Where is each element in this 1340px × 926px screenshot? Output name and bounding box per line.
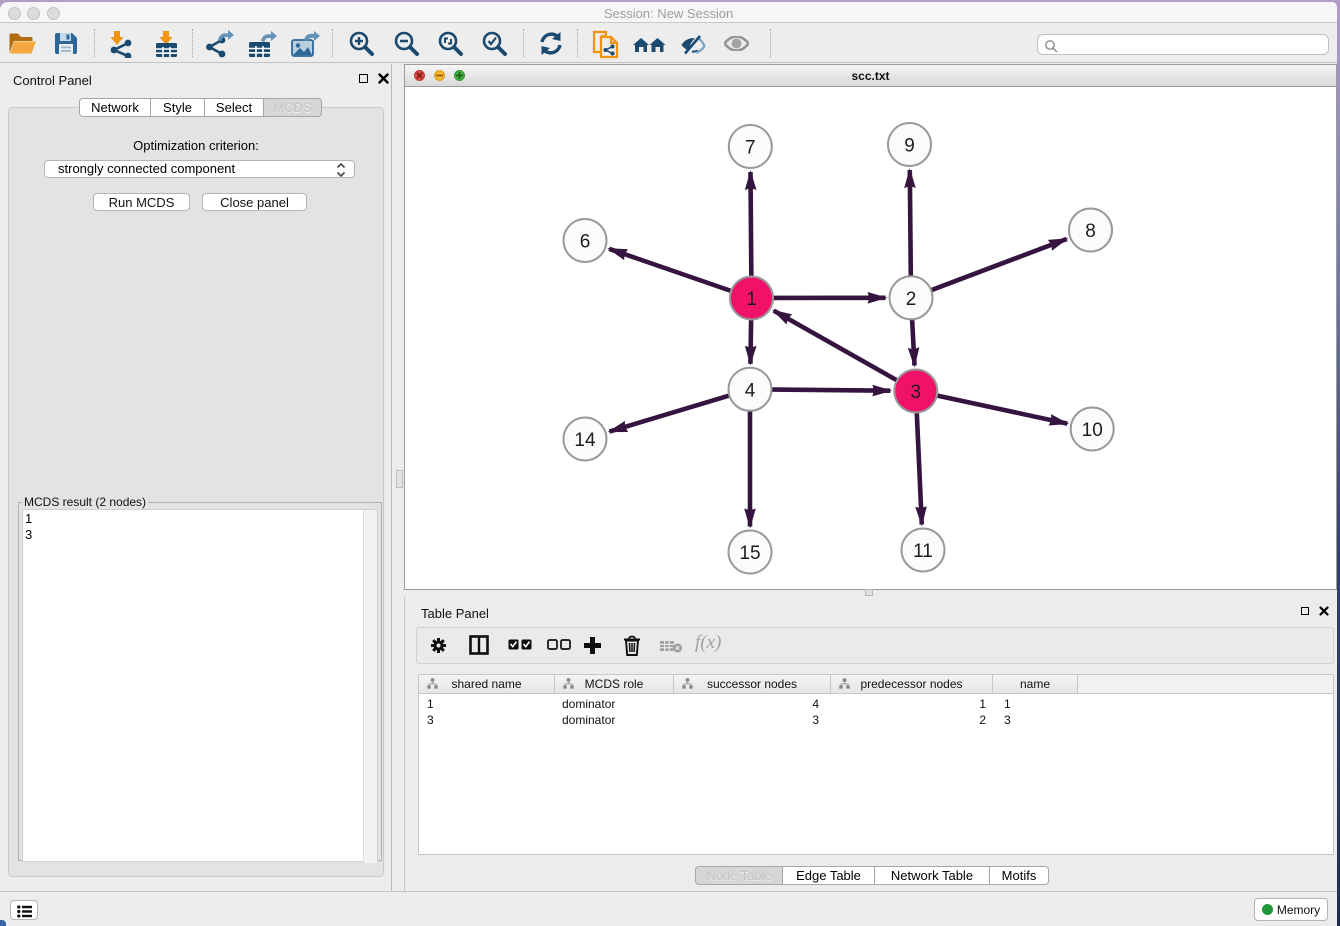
svg-text:11: 11 (913, 541, 933, 562)
svg-text:1: 1 (746, 289, 757, 310)
svg-text:4: 4 (745, 380, 756, 401)
svg-text:9: 9 (904, 136, 915, 157)
svg-text:10: 10 (1082, 420, 1103, 441)
svg-text:2: 2 (906, 289, 917, 310)
svg-text:3: 3 (911, 382, 922, 403)
svg-text:14: 14 (574, 430, 596, 451)
svg-text:15: 15 (739, 543, 760, 564)
svg-text:7: 7 (745, 138, 756, 159)
svg-text:6: 6 (580, 232, 591, 253)
svg-text:8: 8 (1085, 221, 1096, 242)
